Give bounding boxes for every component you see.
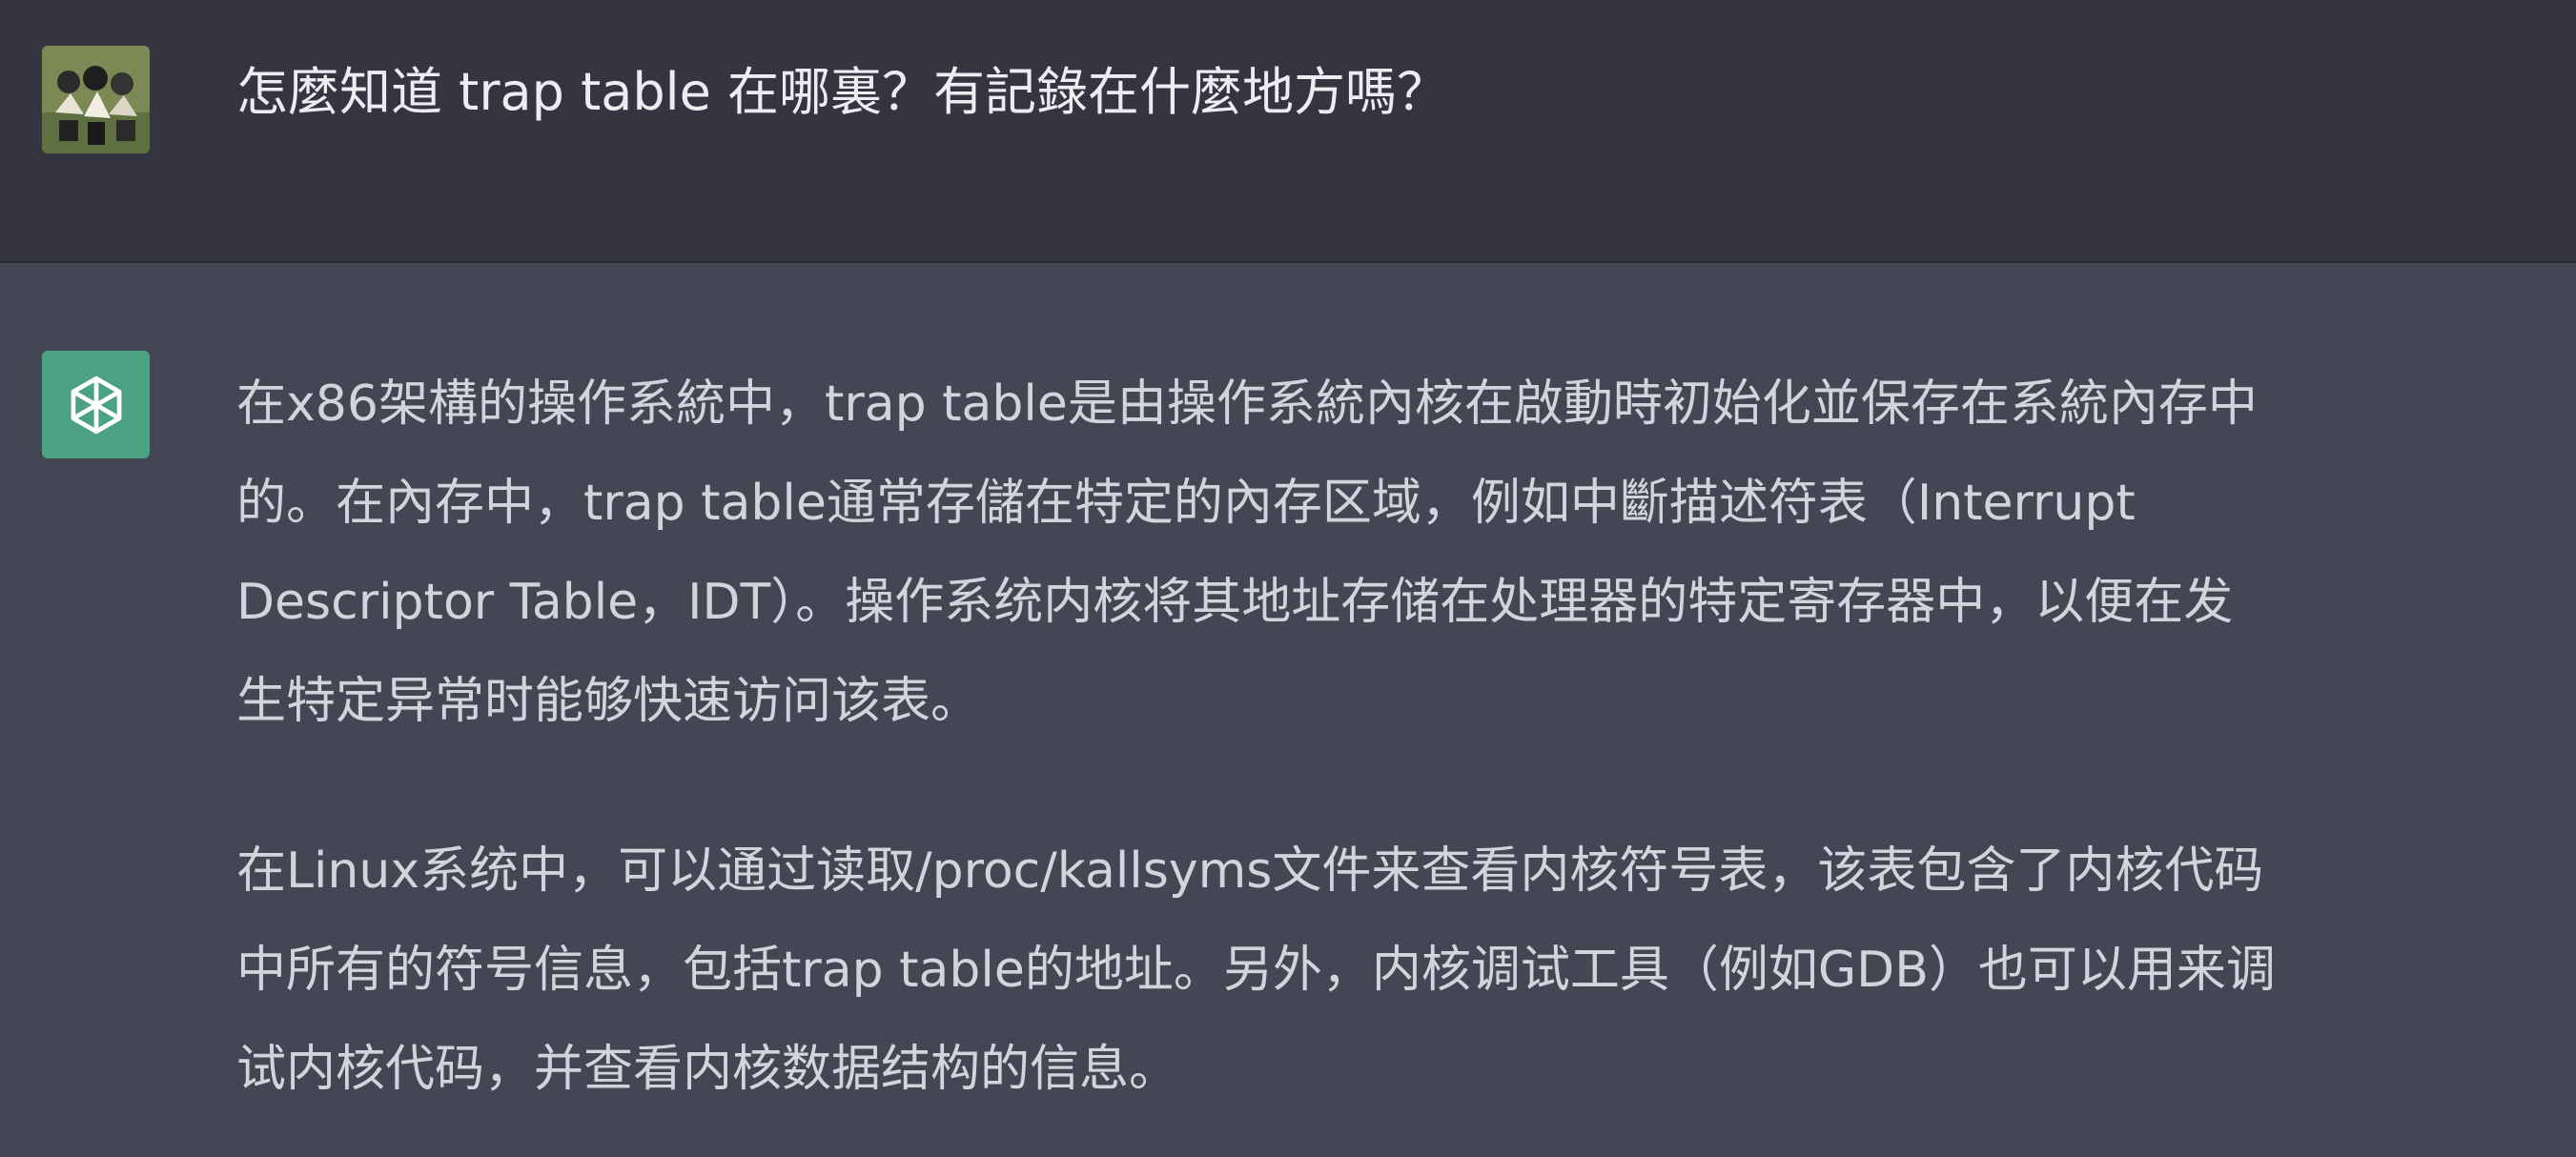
reply-line: 生特定异常时能够快速访问该表。 (236, 673, 981, 730)
user-message-text: 怎麼知道 trap table 在哪裏？有記錄在什麼地方嗎？ (236, 62, 1449, 122)
chat-page: 怎麼知道 trap table 在哪裏？有記錄在什麼地方嗎？ 在x86架構的操作… (0, 0, 2576, 1157)
reply-line: 的。在內存中，trap table通常存儲在特定的內存区域，例如中斷描述符表（I… (236, 475, 2136, 532)
reply-paragraph-1: 在x86架構的操作系統中，trap table是由操作系統內核在啟動時初始化並保… (236, 355, 2544, 751)
user-avatar (42, 46, 150, 153)
reply-line: 试内核代码，并查看内核数据结构的信息。 (236, 1041, 1179, 1098)
user-message-row: 怎麼知道 trap table 在哪裏？有記錄在什麼地方嗎？ (0, 0, 2576, 263)
reply-line: Descriptor Table，IDT）。操作系统内核将其地址存储在处理器的特… (236, 574, 2234, 631)
assistant-message-row: 在x86架構的操作系統中，trap table是由操作系統內核在啟動時初始化並保… (0, 263, 2576, 1157)
reply-line: 中所有的符号信息，包括trap table的地址。另外，内核调试工具（例如GDB… (236, 942, 2276, 999)
openai-logo-icon (71, 376, 121, 434)
assistant-avatar (42, 351, 150, 458)
assistant-message-text: 在x86架構的操作系統中，trap table是由操作系統內核在啟動時初始化並保… (236, 355, 2544, 1119)
reply-line: 在x86架構的操作系統中，trap table是由操作系統內核在啟動時初始化並保… (236, 376, 2258, 433)
reply-paragraph-2: 在Linux系统中，可以通过读取/proc/kallsyms文件来查看内核符号表… (236, 822, 2544, 1119)
user-photo-avatar-icon (42, 46, 150, 153)
reply-line: 在Linux系统中，可以通过读取/proc/kallsyms文件来查看内核符号表… (236, 842, 2264, 900)
